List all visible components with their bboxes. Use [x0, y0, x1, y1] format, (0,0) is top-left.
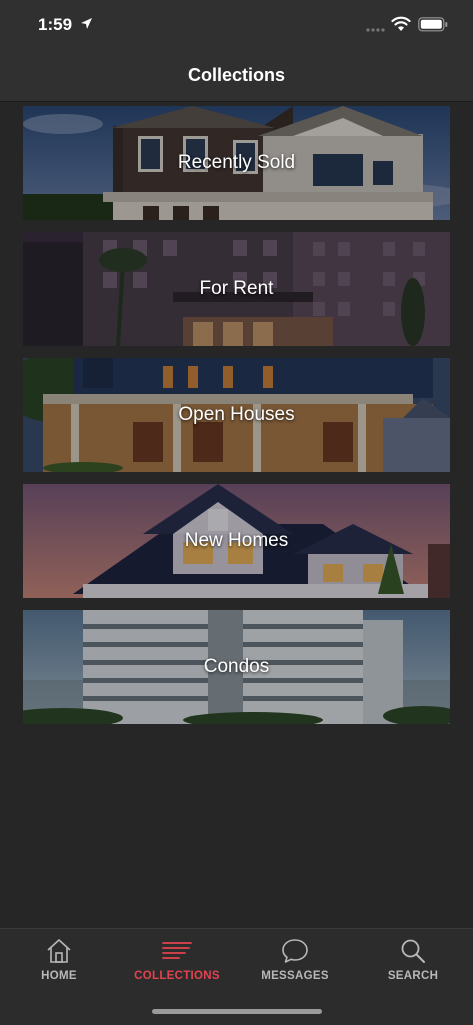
- search-icon: [401, 939, 425, 963]
- tab-collections-label: COLLECTIONS: [134, 970, 220, 982]
- tab-search[interactable]: SEARCH: [354, 929, 472, 999]
- tab-collections[interactable]: COLLECTIONS: [118, 929, 236, 999]
- home-icon: [47, 939, 71, 963]
- status-time: 1:59: [38, 15, 73, 34]
- collection-card-recently-sold[interactable]: Recently Sold: [23, 106, 450, 220]
- collection-label: Condos: [203, 656, 270, 677]
- home-indicator[interactable]: [152, 1009, 322, 1014]
- tab-home-label: HOME: [41, 970, 77, 982]
- collection-card-for-rent[interactable]: For Rent: [23, 232, 450, 346]
- tab-search-label: SEARCH: [387, 970, 439, 982]
- collection-card-open-houses[interactable]: Open Houses: [23, 358, 450, 472]
- collection-label: Recently Sold: [177, 152, 296, 173]
- collection-label: Open Houses: [178, 404, 295, 425]
- message-icon: [282, 939, 308, 963]
- collection-card-new-homes[interactable]: New Homes: [23, 484, 450, 598]
- wifi-icon: [391, 16, 411, 31]
- navigation-bar: Collections: [0, 50, 473, 102]
- location-arrow-icon: [81, 18, 92, 29]
- collection-card-condos[interactable]: Condos: [23, 610, 450, 724]
- tab-messages[interactable]: MESSAGES: [236, 929, 354, 999]
- collection-label: For Rent: [199, 278, 274, 299]
- signal-icon: [366, 28, 385, 32]
- tab-home[interactable]: HOME: [0, 929, 118, 999]
- tab-messages-label: MESSAGES: [261, 970, 329, 982]
- battery-icon: [418, 17, 448, 32]
- status-bar: 1:59: [0, 0, 473, 50]
- collection-label: New Homes: [184, 530, 289, 551]
- page-title: Collections: [187, 65, 285, 85]
- collections-list: Recently Sold For Rent Open Houses New H…: [23, 106, 450, 736]
- collections-icon: [162, 942, 192, 959]
